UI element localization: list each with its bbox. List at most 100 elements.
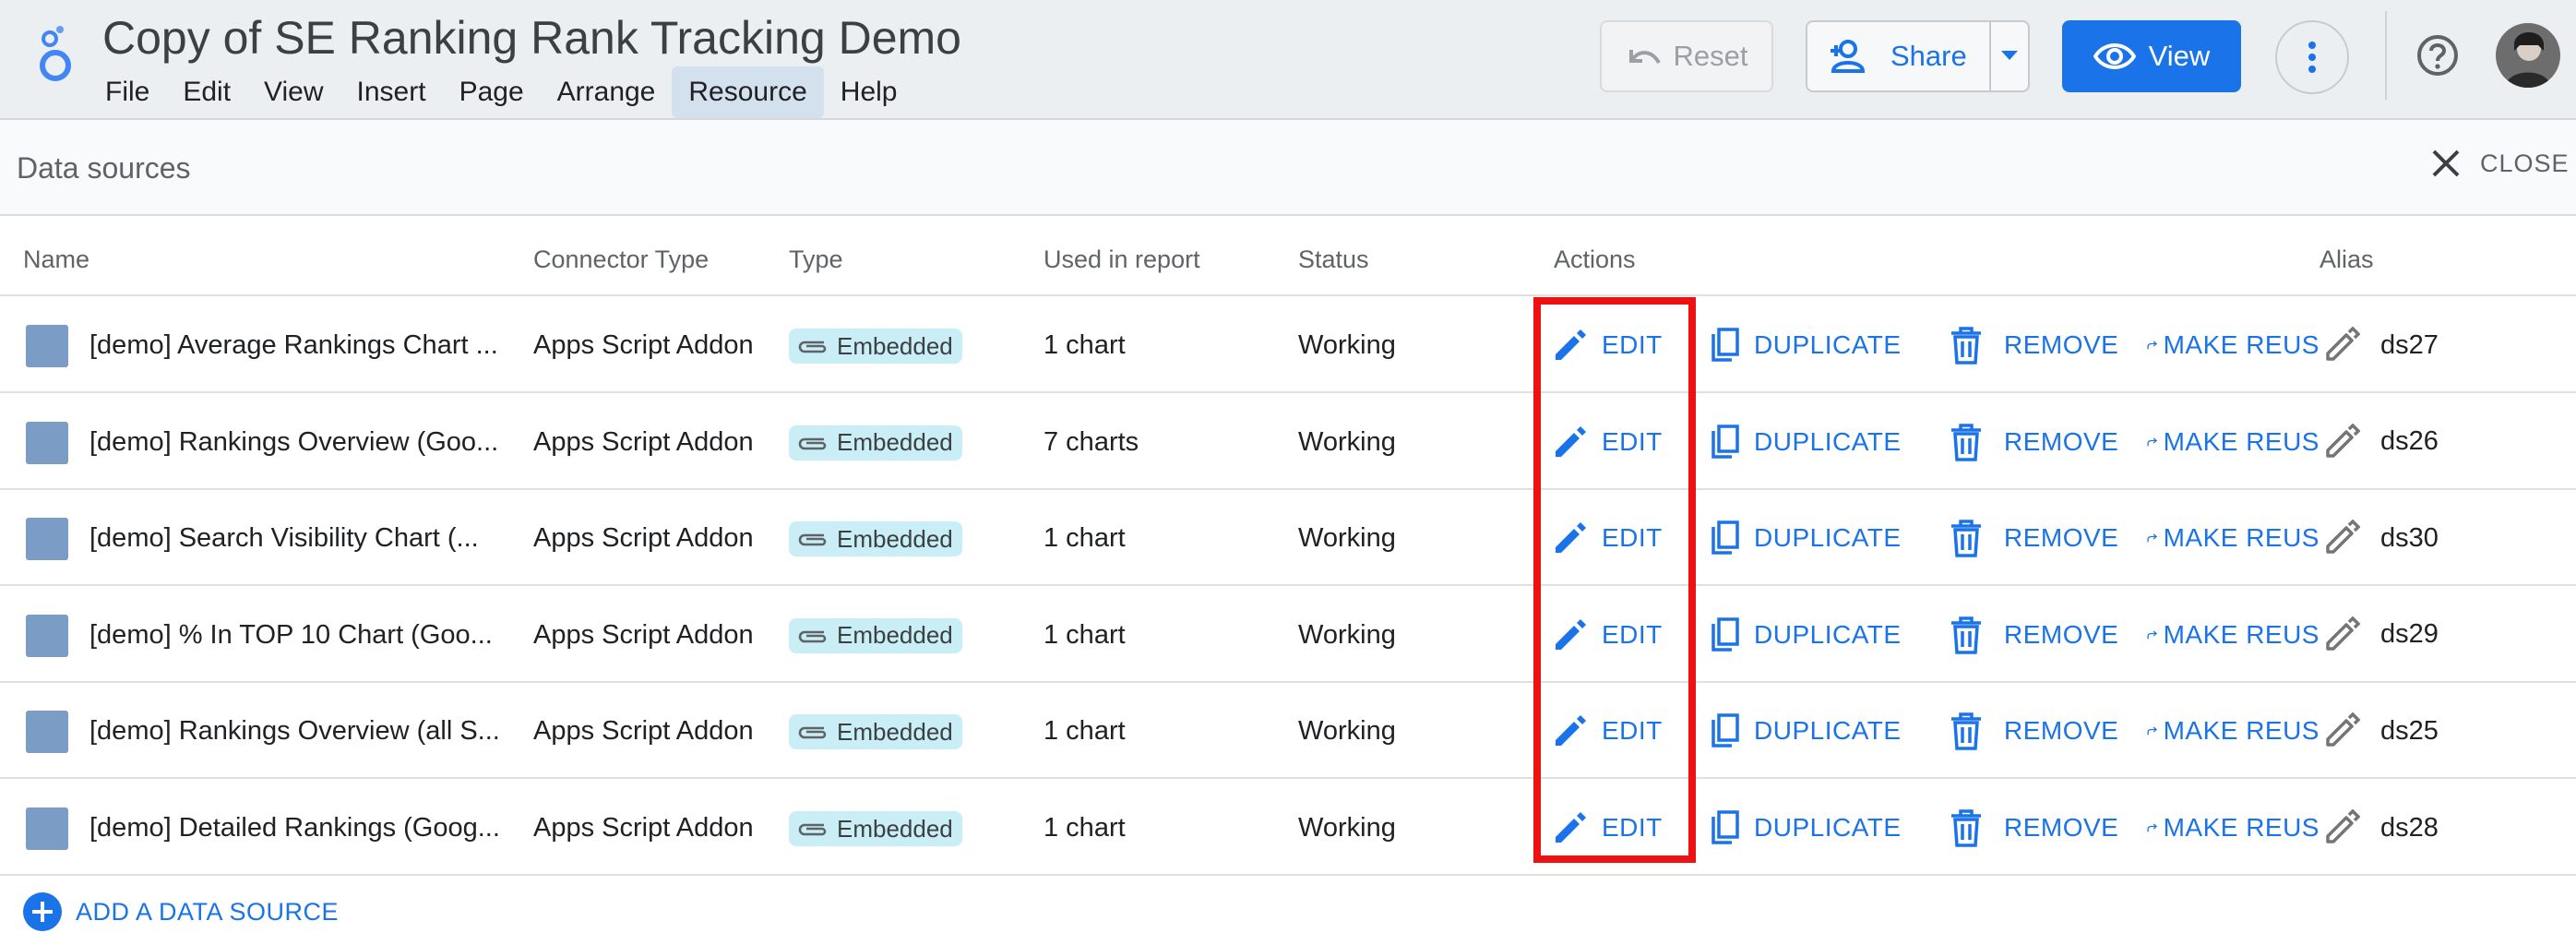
close-button[interactable]: CLOSE xyxy=(2430,148,2570,179)
duplicate-button[interactable]: DUPLICATE xyxy=(1710,780,1902,876)
remove-button[interactable]: REMOVE xyxy=(1949,683,2118,779)
alias-field[interactable]: ds26 xyxy=(2323,394,2439,490)
connector-type: Apps Script Addon xyxy=(533,523,754,554)
alias-field[interactable]: ds30 xyxy=(2323,490,2439,586)
type-label: Embedded xyxy=(837,717,953,746)
type-label: Embedded xyxy=(837,621,953,650)
close-icon xyxy=(2432,150,2460,177)
edit-button[interactable]: EDIT xyxy=(1552,394,1663,490)
edit-button[interactable]: EDIT xyxy=(1552,587,1663,683)
alias-field[interactable]: ds25 xyxy=(2323,683,2439,779)
menu-resource[interactable]: Resource xyxy=(672,66,824,118)
status-text: Working xyxy=(1298,619,1396,650)
data-source-name[interactable]: [demo] Average Rankings Chart ... xyxy=(89,297,498,393)
column-header-type[interactable]: Type xyxy=(789,245,843,274)
undo-icon xyxy=(1628,50,1661,65)
eye-icon xyxy=(2093,43,2136,69)
column-header-used[interactable]: Used in report xyxy=(1044,245,1200,274)
menu-help[interactable]: Help xyxy=(824,66,914,118)
table-row-2[interactable]: [demo] Rankings Overview (Goo... Apps Sc… xyxy=(0,394,2576,490)
make-reusable-button[interactable]: MAKE REUS xyxy=(2147,683,2320,779)
type-label: Embedded xyxy=(837,331,953,360)
edit-button[interactable]: EDIT xyxy=(1552,780,1663,876)
alias-field[interactable]: ds27 xyxy=(2323,297,2439,393)
caret-down-icon xyxy=(2001,51,2018,60)
remove-button[interactable]: REMOVE xyxy=(1949,490,2118,586)
duplicate-label: DUPLICATE xyxy=(1754,716,1902,746)
duplicate-label: DUPLICATE xyxy=(1754,813,1902,842)
duplicate-button[interactable]: DUPLICATE xyxy=(1710,297,1902,393)
duplicate-button[interactable]: DUPLICATE xyxy=(1710,683,1902,779)
help-icon[interactable] xyxy=(2415,33,2460,78)
share-label: Share xyxy=(1890,40,1967,72)
make-reusable-button[interactable]: MAKE REUS xyxy=(2147,490,2320,586)
data-source-name[interactable]: [demo] % In TOP 10 Chart (Goo... xyxy=(89,587,493,683)
menu-arrange[interactable]: Arrange xyxy=(541,66,673,118)
share-dropdown-button[interactable] xyxy=(1989,20,2030,92)
add-data-source-button[interactable]: ADD A DATA SOURCE xyxy=(22,891,339,932)
table-row-3[interactable]: [demo] Search Visibility Chart (... Apps… xyxy=(0,490,2576,586)
duplicate-button[interactable]: DUPLICATE xyxy=(1710,587,1902,683)
data-source-name[interactable]: [demo] Rankings Overview (all S... xyxy=(89,683,500,779)
top-bar: Copy of SE Ranking Rank Tracking Demo Fi… xyxy=(0,0,2576,120)
type-chip: Embedded xyxy=(789,811,962,846)
data-source-name[interactable]: [demo] Rankings Overview (Goo... xyxy=(89,394,498,490)
connector-type: Apps Script Addon xyxy=(533,716,754,747)
menu-view[interactable]: View xyxy=(247,66,340,118)
column-header-status[interactable]: Status xyxy=(1298,245,1369,274)
edit-pencil-icon xyxy=(1556,329,1586,360)
attachment-icon xyxy=(798,437,827,449)
menu-file[interactable]: File xyxy=(89,66,166,118)
share-arrow-icon xyxy=(2147,823,2158,832)
share-arrow-icon xyxy=(2147,437,2158,446)
type-label: Embedded xyxy=(837,524,953,553)
report-title[interactable]: Copy of SE Ranking Rank Tracking Demo xyxy=(102,11,961,65)
make-reusable-button[interactable]: MAKE REUS xyxy=(2147,587,2320,683)
type-chip: Embedded xyxy=(789,617,962,653)
connector-type: Apps Script Addon xyxy=(533,813,754,843)
reset-button[interactable]: Reset xyxy=(1600,20,1773,92)
avatar[interactable] xyxy=(2496,23,2560,88)
table-row-5[interactable]: [demo] Rankings Overview (all S... Apps … xyxy=(0,683,2576,779)
duplicate-label: DUPLICATE xyxy=(1754,330,1902,359)
edit-label: EDIT xyxy=(1602,426,1663,456)
remove-button[interactable]: REMOVE xyxy=(1949,587,2118,683)
menu-insert[interactable]: Insert xyxy=(340,66,443,118)
make-reusable-button[interactable]: MAKE REUS xyxy=(2147,297,2320,393)
share-arrow-icon xyxy=(2147,630,2158,640)
data-source-icon xyxy=(26,421,68,464)
copy-icon xyxy=(1711,328,1739,362)
duplicate-button[interactable]: DUPLICATE xyxy=(1710,394,1902,490)
data-source-icon xyxy=(26,614,68,657)
duplicate-button[interactable]: DUPLICATE xyxy=(1710,490,1902,586)
more-options-button[interactable] xyxy=(2275,20,2349,94)
remove-label: REMOVE xyxy=(2004,426,2119,456)
column-header-alias[interactable]: Alias xyxy=(2320,245,2374,274)
status-text: Working xyxy=(1298,330,1396,360)
make-reusable-button[interactable]: MAKE REUS xyxy=(2147,780,2320,876)
make-reusable-label: MAKE REUS xyxy=(2163,426,2320,456)
data-source-name[interactable]: [demo] Detailed Rankings (Goog... xyxy=(89,780,500,876)
duplicate-label: DUPLICATE xyxy=(1754,426,1902,456)
trash-icon xyxy=(1951,616,1981,654)
column-header-connector[interactable]: Connector Type xyxy=(533,245,709,274)
edit-button[interactable]: EDIT xyxy=(1552,490,1663,586)
remove-button[interactable]: REMOVE xyxy=(1949,297,2118,393)
column-header-name[interactable]: Name xyxy=(23,245,89,274)
view-button[interactable]: View xyxy=(2062,20,2241,92)
edit-button[interactable]: EDIT xyxy=(1552,683,1663,779)
share-arrow-icon xyxy=(2147,726,2158,736)
make-reusable-button[interactable]: MAKE REUS xyxy=(2147,394,2320,490)
alias-field[interactable]: ds28 xyxy=(2323,780,2439,876)
menu-edit[interactable]: Edit xyxy=(166,66,247,118)
data-source-name[interactable]: [demo] Search Visibility Chart (... xyxy=(89,490,479,586)
remove-button[interactable]: REMOVE xyxy=(1949,394,2118,490)
table-row-4[interactable]: [demo] % In TOP 10 Chart (Goo... Apps Sc… xyxy=(0,587,2576,683)
table-row-1[interactable]: [demo] Average Rankings Chart ... Apps S… xyxy=(0,297,2576,393)
used-in-report: 1 chart xyxy=(1044,619,1126,650)
table-row-6[interactable]: [demo] Detailed Rankings (Goog... Apps S… xyxy=(0,780,2576,876)
alias-field[interactable]: ds29 xyxy=(2323,587,2439,683)
menu-page[interactable]: Page xyxy=(443,66,541,118)
edit-button[interactable]: EDIT xyxy=(1552,297,1663,393)
remove-button[interactable]: REMOVE xyxy=(1949,780,2118,876)
